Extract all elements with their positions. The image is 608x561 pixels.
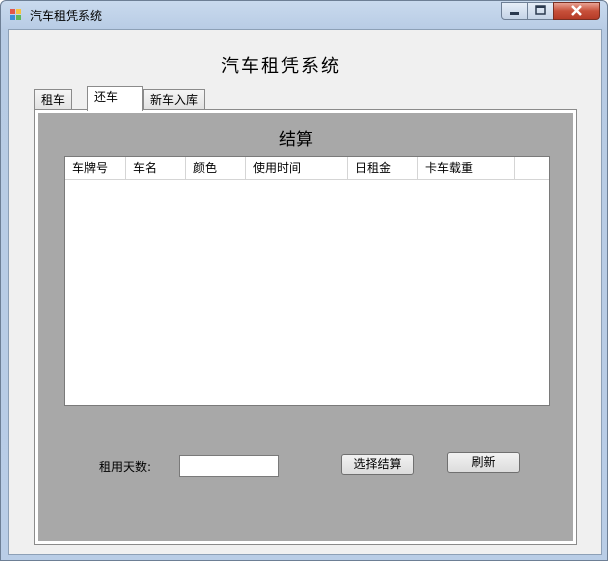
client-area: 汽车租凭系统 租车 还车 新车入库 结算 车牌号 车名 颜色 使用时间 日租金 … <box>8 29 602 555</box>
minimize-button[interactable] <box>501 2 528 20</box>
minimize-icon <box>510 12 519 15</box>
close-button[interactable] <box>553 2 600 20</box>
tab-new-car[interactable]: 新车入库 <box>143 89 206 109</box>
refresh-button[interactable]: 刷新 <box>447 452 520 473</box>
tab-return[interactable]: 还车 <box>87 86 143 111</box>
title-bar: 汽车租凭系统 <box>1 1 607 29</box>
column-header[interactable]: 日租金 <box>348 157 418 179</box>
grid-header: 车牌号 车名 颜色 使用时间 日租金 卡车载重 <box>65 157 549 180</box>
column-header[interactable]: 卡车载重 <box>418 157 515 179</box>
tab-page-return: 结算 车牌号 车名 颜色 使用时间 日租金 卡车载重 租用天数: 选择结算 刷新 <box>34 109 577 545</box>
rental-days-input[interactable] <box>179 455 279 477</box>
close-icon <box>571 5 582 16</box>
column-header[interactable]: 颜色 <box>186 157 246 179</box>
return-panel: 结算 车牌号 车名 颜色 使用时间 日租金 卡车载重 租用天数: 选择结算 刷新 <box>38 113 573 541</box>
column-header[interactable]: 车牌号 <box>65 157 126 179</box>
maximize-icon <box>535 5 546 15</box>
tab-rent[interactable]: 租车 <box>34 89 73 109</box>
app-icon <box>10 9 22 21</box>
column-header[interactable]: 使用时间 <box>246 157 348 179</box>
panel-title: 结算 <box>279 130 313 150</box>
window-title: 汽车租凭系统 <box>30 9 103 23</box>
settle-button[interactable]: 选择结算 <box>341 454 414 475</box>
column-header[interactable]: 车名 <box>126 157 186 179</box>
rental-days-label: 租用天数: <box>99 460 152 474</box>
rental-grid[interactable]: 车牌号 车名 颜色 使用时间 日租金 卡车载重 <box>64 156 550 406</box>
maximize-button[interactable] <box>527 2 554 20</box>
app-window: 汽车租凭系统 汽车租凭系统 租车 还车 新车入库 结算 车牌号 车名 颜色 使用… <box>0 0 608 561</box>
app-heading: 汽车租凭系统 <box>221 56 341 77</box>
